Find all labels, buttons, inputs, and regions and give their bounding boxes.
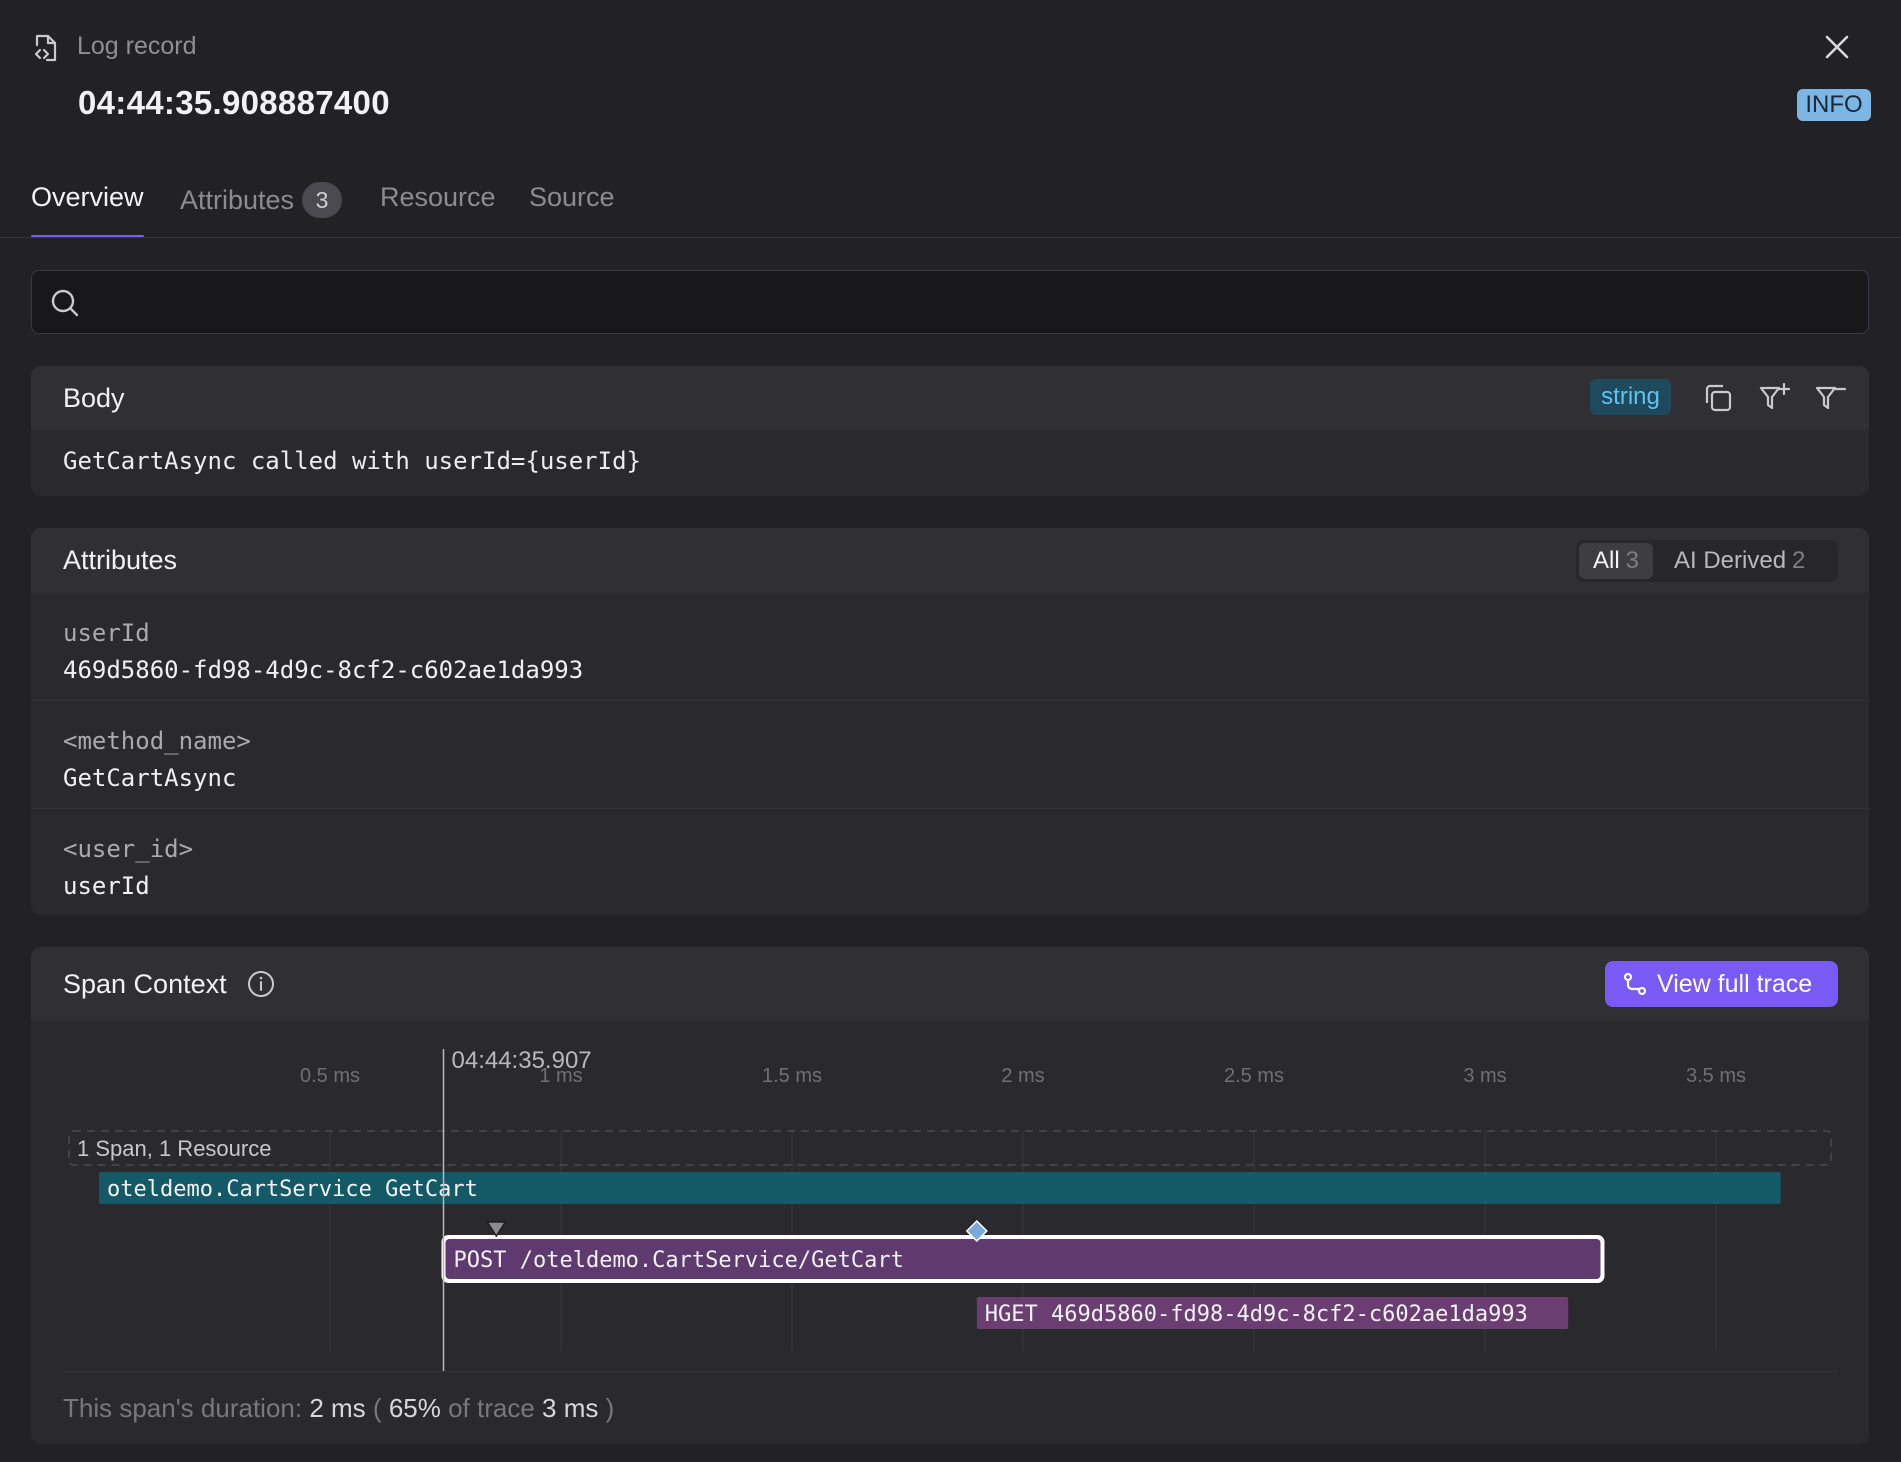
span-duration: 2 ms [309, 1393, 366, 1423]
tick-label: 3 ms [1463, 1065, 1506, 1087]
span-context-header: Span Context View full trace [31, 947, 1869, 1021]
info-icon[interactable] [246, 969, 276, 999]
close-icon[interactable] [1822, 32, 1852, 62]
duration-prefix: This span's duration: [63, 1393, 303, 1423]
tab-label: Source [529, 182, 615, 212]
tab-label: Overview [31, 182, 144, 212]
body-title: Body [63, 383, 125, 413]
span-context-section: Span Context View full trace 0.5 ms 1 ms 1… [31, 947, 1869, 1444]
tick-label: 0.5 ms [300, 1065, 360, 1087]
log-record-header: Log record 04:44:35.908887400 INFO Overv… [0, 0, 1901, 240]
attribute-key: <user_id> [63, 835, 194, 863]
attributes-title: Attributes [63, 545, 178, 575]
attribute-filter-toggle: All 3 AI Derived 2 [1576, 540, 1838, 582]
span-label: oteldemo.CartService GetCart [107, 1177, 478, 1202]
span-group-label: 1 Span, 1 Resource [77, 1136, 271, 1161]
tick-label: 3.5 ms [1686, 1065, 1746, 1087]
filter-count: 3 [1625, 547, 1640, 574]
filter-all-button[interactable]: All 3 [1579, 543, 1654, 579]
header-label: Log record [77, 32, 197, 60]
tab-overview[interactable]: Overview [31, 182, 144, 238]
attribute-key: userId [63, 619, 150, 647]
attribute-value: userId [63, 872, 150, 900]
tab-resource[interactable]: Resource [380, 182, 496, 230]
log-level-badge: INFO [1797, 89, 1871, 121]
filter-add-icon[interactable] [1757, 381, 1791, 415]
filter-label: All [1593, 547, 1620, 574]
value-type-badge: string [1590, 379, 1671, 415]
body-section: Body string GetCartAsync called with use… [31, 366, 1869, 496]
filter-exclude-icon[interactable] [1813, 381, 1847, 415]
search-box [31, 270, 1869, 334]
tick-label: 2 ms [1001, 1065, 1044, 1087]
attribute-row[interactable]: <method_name> GetCartAsync [31, 700, 1869, 808]
view-full-trace-label: View full trace [1657, 970, 1813, 998]
tabs-divider [0, 237, 1901, 238]
span-timeline: 0.5 ms 1 ms 1.5 ms 2 ms 2.5 ms 3 ms 3.5 ms 1 S… [68, 1047, 1832, 1371]
filter-count: 2 [1792, 547, 1806, 574]
attributes-header: Attributes All 3 AI Derived 2 [31, 528, 1869, 593]
span-event-marker[interactable] [485, 1221, 507, 1238]
span-group-box [68, 1130, 1832, 1166]
attribute-value: 469d5860-fd98-4d9c-8cf2-c602ae1da993 [63, 656, 584, 684]
body-value: GetCartAsync called with userId={userId} [63, 447, 641, 475]
marker-time-label: 04:44:35.907 [452, 1047, 592, 1074]
span-context-title: Span Context [63, 969, 227, 999]
paren-close: ) [605, 1393, 615, 1423]
span-duration-summary: This span's duration: 2 ms ( 65% of trac… [63, 1393, 614, 1424]
view-full-trace-button[interactable]: View full trace [1605, 961, 1838, 1007]
span-label: POST /oteldemo.CartService/GetCart [454, 1248, 904, 1273]
of-trace-label: of trace [448, 1393, 535, 1423]
log-file-icon [34, 34, 57, 62]
footer-divider [63, 1371, 1837, 1372]
tab-source[interactable]: Source [529, 182, 615, 230]
filter-ai-derived-button[interactable]: AI Derived 2 [1660, 543, 1819, 579]
tab-bar: Overview Attributes 3 Resource Source [0, 170, 1901, 240]
tab-attributes[interactable]: Attributes 3 [180, 182, 343, 230]
trace-route-icon [1623, 972, 1647, 996]
tick-label: 2.5 ms [1224, 1065, 1284, 1087]
attribute-row[interactable]: userId 469d5860-fd98-4d9c-8cf2-c602ae1da… [31, 593, 1869, 700]
body-header: Body string [31, 366, 1869, 430]
trace-duration: 3 ms [542, 1393, 599, 1423]
attributes-section: Attributes All 3 AI Derived 2 userId 469d5… [31, 528, 1869, 915]
span-percent: 65% [388, 1393, 441, 1423]
tab-label: Resource [380, 182, 496, 212]
search-icon [51, 289, 79, 317]
tab-label: Attributes [180, 185, 295, 215]
paren-open: ( [372, 1393, 382, 1423]
attribute-row[interactable]: <user_id> userId [31, 808, 1869, 915]
filter-label: AI Derived [1674, 547, 1787, 574]
log-timestamp: 04:44:35.908887400 [78, 84, 390, 121]
tick-label: 1.5 ms [762, 1065, 822, 1087]
attribute-key: <method_name> [63, 727, 251, 755]
span-label: HGET 469d5860-fd98-4d9c-8cf2-c602ae1da99… [985, 1302, 1528, 1327]
search-input[interactable] [96, 281, 1836, 323]
tab-count-badge: 3 [302, 182, 343, 218]
attribute-value: GetCartAsync [63, 764, 237, 792]
copy-icon[interactable] [1701, 381, 1735, 415]
